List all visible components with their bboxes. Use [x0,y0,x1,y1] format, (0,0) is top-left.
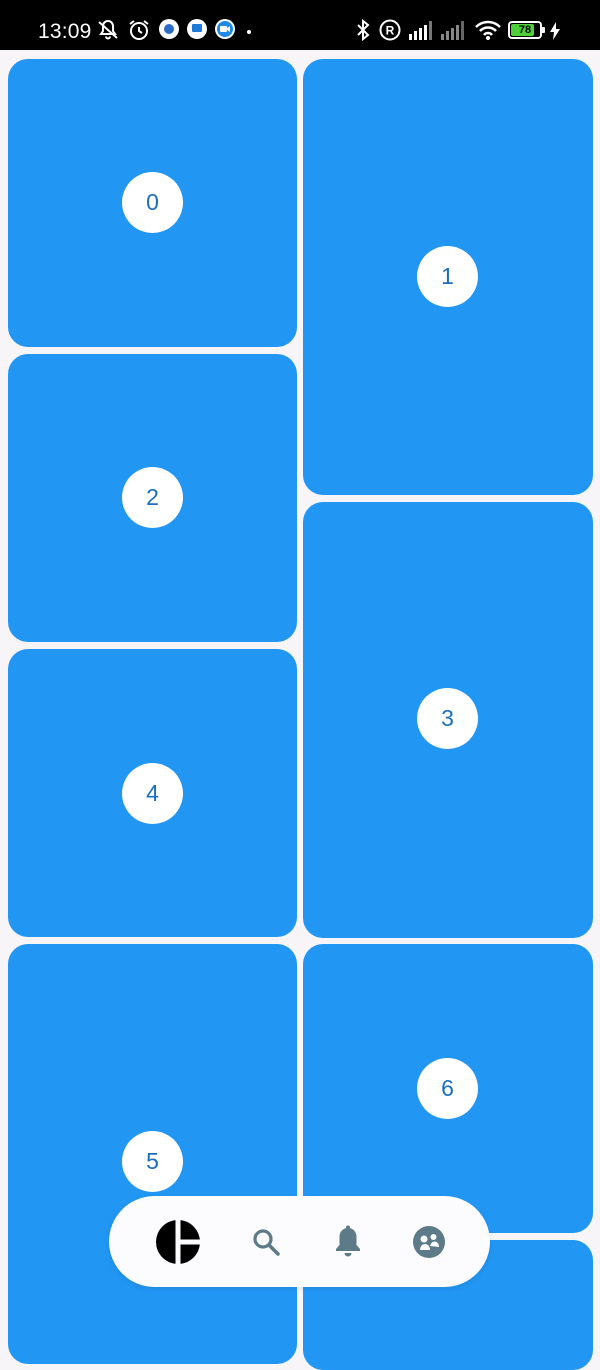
item-number-label: 2 [146,484,159,510]
grid-item-5[interactable]: 5 [8,944,297,1364]
nav-notifications-button[interactable] [324,1218,372,1266]
status-time: 13:09 [38,20,92,43]
muted-bell-icon [98,19,118,40]
svg-text:R: R [386,24,395,38]
signal-icon [441,21,464,40]
screen-mirror-icon [187,19,207,39]
dot-icon [247,30,251,34]
grid-item-0[interactable]: 0 [8,59,297,347]
grid-item-3[interactable]: 3 [303,502,593,938]
item-number-badge: 1 [417,246,478,307]
profile-icon [413,1226,445,1258]
item-number-badge: 2 [122,467,183,528]
battery-level: 78 [518,24,532,36]
signal-icon [409,21,432,40]
bluetooth-icon [357,18,370,42]
registered-icon: R [379,19,401,41]
item-number-badge: 6 [417,1058,478,1119]
wifi-icon [475,20,501,40]
item-number-badge: 0 [122,172,183,233]
search-icon [253,1229,280,1256]
item-number-label: 4 [146,780,159,806]
nav-home-button[interactable] [154,1218,202,1266]
status-bar: 13:09 R 78 [0,0,600,50]
item-number-label: 6 [441,1075,454,1101]
grid-item-4[interactable]: 4 [8,649,297,937]
grid-item-6[interactable]: 6 [303,944,593,1233]
grid-item-1[interactable]: 1 [303,59,593,495]
video-icon [215,19,235,39]
charging-icon [550,22,560,40]
item-number-label: 0 [146,189,159,215]
item-number-badge: 5 [122,1131,183,1192]
nav-search-button[interactable] [242,1218,290,1266]
nav-profile-button[interactable] [405,1218,453,1266]
item-number-label: 3 [441,705,454,731]
item-number-badge: 4 [122,763,183,824]
grid-item-2[interactable]: 2 [8,354,297,642]
item-number-badge: 3 [417,688,478,749]
logo-icon [156,1220,200,1264]
bottom-nav [109,1196,490,1287]
item-number-label: 1 [441,263,454,289]
item-number-label: 5 [146,1148,159,1174]
bell-icon [336,1225,360,1257]
alarm-icon [129,20,149,40]
app-notification-icon [159,19,179,39]
battery-icon: 78 [508,21,545,39]
